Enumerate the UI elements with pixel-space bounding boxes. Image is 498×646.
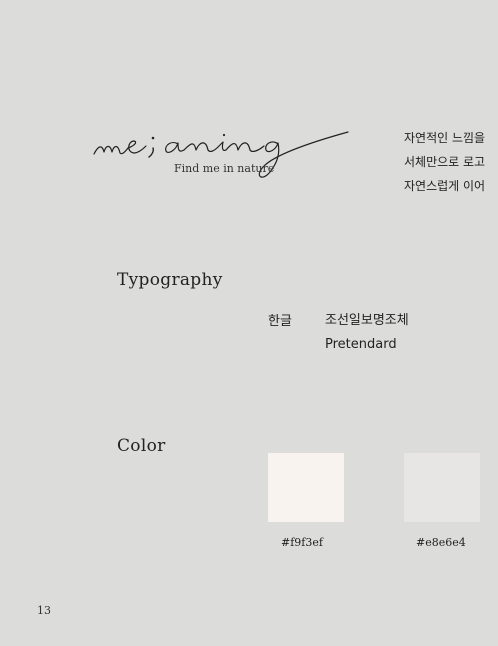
brand-description: 자연적인 느낌을 서체만으로 로고 자연스럽게 이어: [404, 126, 485, 198]
korean-font-name: 조선일보명조체: [325, 313, 409, 328]
color-heading: Color: [117, 436, 166, 456]
color-hex-label: #e8e6e4: [416, 536, 466, 549]
color-swatch: [404, 453, 480, 522]
brand-logo: Find me in nature: [92, 128, 352, 186]
typography-heading: Typography: [117, 270, 223, 290]
page-number: 13: [37, 604, 51, 617]
color-swatch: [268, 453, 344, 522]
hangul-label: 한글: [268, 314, 292, 329]
description-line: 서체만으로 로고: [404, 155, 486, 169]
description-line: 자연스럽게 이어: [404, 179, 486, 193]
logo-tagline: Find me in nature: [174, 162, 275, 175]
color-hex-label: #f9f3ef: [281, 536, 323, 549]
logo-wordmark-script: [93, 131, 349, 178]
latin-font-name: Pretendard: [325, 337, 397, 352]
description-line: 자연적인 느낌을: [404, 131, 486, 145]
